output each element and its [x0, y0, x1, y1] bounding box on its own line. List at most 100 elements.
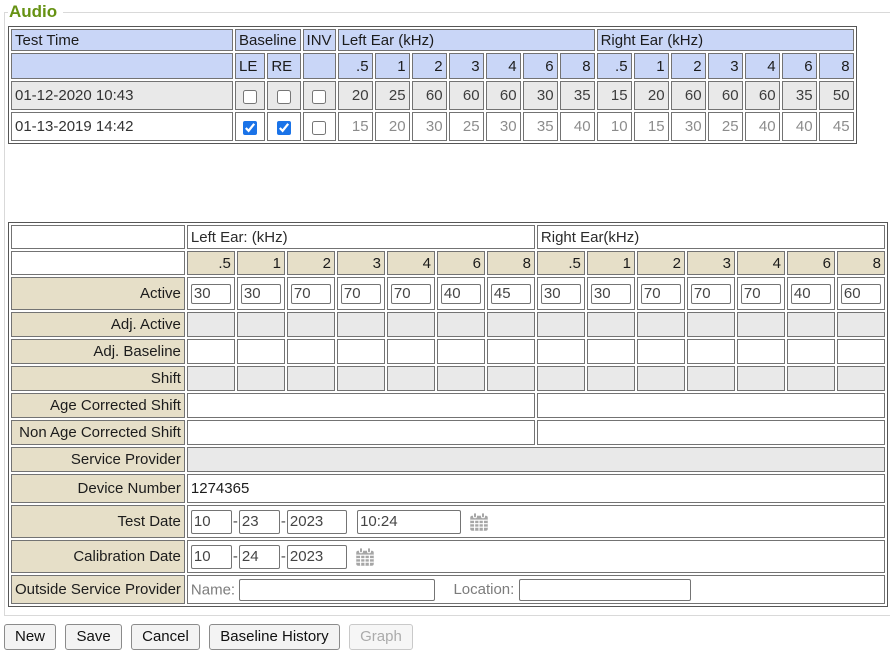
inv-checkbox[interactable] [312, 121, 326, 135]
freq-header: .5 [537, 251, 585, 275]
cancel-button[interactable]: Cancel [131, 624, 200, 650]
readonly-cell [587, 312, 635, 337]
right-ear-header: Right Ear(kHz) [537, 225, 885, 249]
page: Audio Test Time Baseline INV Left Ear (k… [0, 2, 890, 620]
readonly-cell [737, 312, 785, 337]
value-cell: 25 [708, 112, 743, 141]
row-label-calibration-date: Calibration Date [11, 540, 185, 573]
test-time-input[interactable] [357, 510, 461, 534]
calibration-date-month-input[interactable] [191, 545, 232, 569]
freq-header: 3 [687, 251, 735, 275]
test-date-day-input[interactable] [239, 510, 280, 534]
test-date-cell: -- [187, 505, 885, 538]
readonly-cell [387, 312, 435, 337]
baseline-re-checkbox[interactable] [277, 121, 291, 135]
row-label-service-provider: Service Provider [11, 447, 185, 472]
calendar-icon[interactable] [469, 512, 489, 532]
audio-section: Audio Test Time Baseline INV Left Ear (k… [4, 2, 890, 616]
inv-checkbox[interactable] [312, 90, 326, 104]
active-input[interactable] [591, 284, 631, 304]
readonly-cell [437, 366, 485, 391]
active-input[interactable] [491, 284, 531, 304]
readonly-cell [687, 366, 735, 391]
readonly-cell [437, 312, 485, 337]
value-cell: 30 [523, 81, 558, 110]
date-separator: - [280, 548, 287, 565]
new-button[interactable]: New [4, 624, 56, 650]
location-label: Location: [453, 581, 514, 598]
save-button[interactable]: Save [65, 624, 121, 650]
freq-header: 8 [819, 53, 854, 79]
outside-provider-location-input[interactable] [519, 579, 691, 601]
outside-provider-name-input[interactable] [239, 579, 435, 601]
freq-header: 4 [745, 53, 780, 79]
spacer-header [11, 53, 233, 79]
active-input[interactable] [341, 284, 381, 304]
baseline-history-button[interactable]: Baseline History [209, 624, 339, 650]
test-date-month-input[interactable] [191, 510, 232, 534]
readonly-cell [237, 312, 285, 337]
readonly-cell [337, 366, 385, 391]
freq-header: 4 [486, 53, 521, 79]
value-cell: 15 [338, 112, 373, 141]
readonly-cell [837, 312, 885, 337]
readonly-cell [187, 366, 235, 391]
freq-header: 4 [737, 251, 785, 275]
active-input[interactable] [291, 284, 331, 304]
baseline-re-checkbox[interactable] [277, 90, 291, 104]
empty-cell [287, 339, 335, 364]
active-input[interactable] [191, 284, 231, 304]
calendar-icon[interactable] [355, 547, 375, 567]
readonly-cell [187, 312, 235, 337]
value-cell: 35 [560, 81, 595, 110]
freq-header: 8 [837, 251, 885, 275]
col-header-baseline: Baseline [235, 29, 301, 51]
readonly-cell [237, 366, 285, 391]
col-header-test-time: Test Time [11, 29, 233, 51]
active-input[interactable] [841, 284, 881, 304]
value-cell: 60 [449, 81, 484, 110]
freq-header: 3 [449, 53, 484, 79]
active-input[interactable] [391, 284, 431, 304]
readonly-cell [587, 366, 635, 391]
col-header-inv: INV [303, 29, 336, 51]
value-cell: 60 [671, 81, 706, 110]
empty-cell [737, 339, 785, 364]
empty-cell [237, 339, 285, 364]
date-separator: - [232, 548, 239, 565]
baseline-le-checkbox[interactable] [243, 90, 257, 104]
freq-header: 6 [782, 53, 817, 79]
history-row: 01-13-2019 14:42 15 20 30 25 30 35 40 10… [11, 112, 854, 141]
empty-cell [337, 339, 385, 364]
value-cell: 25 [449, 112, 484, 141]
active-input[interactable] [541, 284, 581, 304]
readonly-cell [287, 366, 335, 391]
value-cell: 20 [634, 81, 669, 110]
non-age-corrected-shift-left [187, 420, 535, 445]
row-label-device-number: Device Number [11, 474, 185, 503]
value-cell: 30 [671, 112, 706, 141]
readonly-cell [687, 312, 735, 337]
empty-cell [487, 339, 535, 364]
baseline-le-checkbox[interactable] [243, 121, 257, 135]
active-input[interactable] [691, 284, 731, 304]
date-separator: - [232, 513, 239, 530]
active-input[interactable] [441, 284, 481, 304]
test-time-value: 01-12-2020 10:43 [11, 81, 233, 110]
active-input[interactable] [741, 284, 781, 304]
value-cell: 30 [486, 112, 521, 141]
calibration-date-day-input[interactable] [239, 545, 280, 569]
calibration-date-year-input[interactable] [287, 545, 347, 569]
audio-detail-table: Left Ear: (kHz) Right Ear(kHz) .5 1 2 3 … [8, 222, 888, 607]
empty-cell [387, 339, 435, 364]
readonly-cell [637, 366, 685, 391]
active-input[interactable] [641, 284, 681, 304]
history-row: 01-12-2020 10:43 20 25 60 60 60 30 35 15… [11, 81, 854, 110]
col-header-re: RE [267, 53, 300, 79]
freq-header: 2 [412, 53, 447, 79]
active-input[interactable] [241, 284, 281, 304]
test-date-year-input[interactable] [287, 510, 347, 534]
active-input[interactable] [791, 284, 831, 304]
value-cell: 15 [634, 112, 669, 141]
graph-button: Graph [349, 624, 413, 650]
